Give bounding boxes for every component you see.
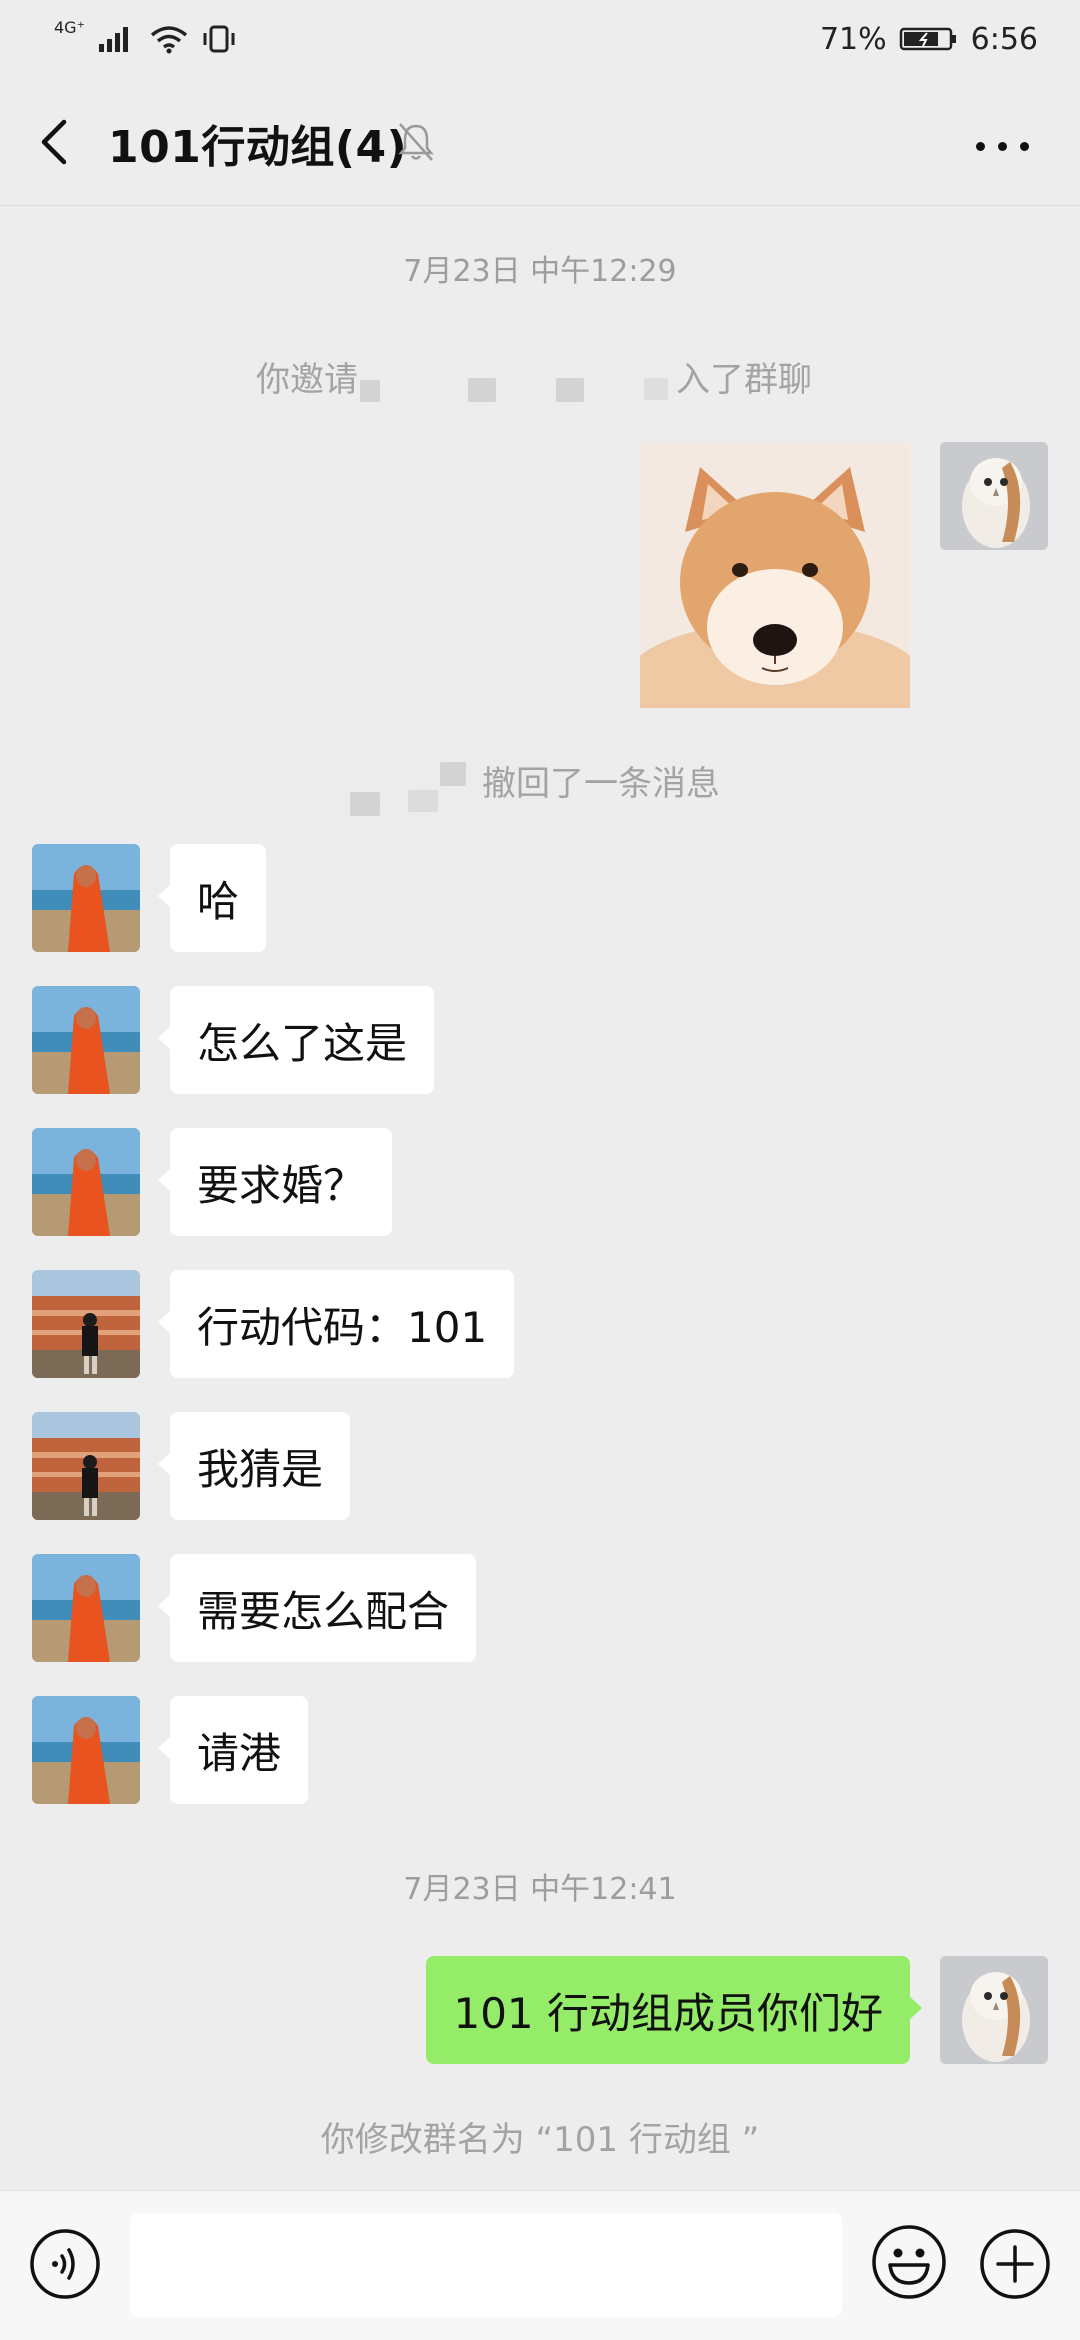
avatar-orange-hair[interactable]: [32, 1554, 140, 1662]
more-button[interactable]: [976, 138, 1032, 158]
message-text: 请港: [197, 1728, 282, 1778]
back-button[interactable]: [30, 112, 80, 172]
message-text: 需要怎么配合: [197, 1586, 450, 1636]
redacted-block: [644, 378, 668, 400]
nav-bar: 101行动组(4): [0, 78, 1080, 206]
status-bar: 4G⁺ 71% 6:56: [0, 0, 1080, 78]
plus-circle-icon: [980, 2229, 1050, 2299]
avatar-man-town[interactable]: [32, 1412, 140, 1520]
avatar-orange-hair[interactable]: [32, 986, 140, 1094]
system-message-rename: 你修改群名为 “101 行动组 ”: [320, 2120, 760, 2160]
girl-beach-avatar-image: [32, 844, 140, 952]
girl-beach-avatar-image: [32, 1554, 140, 1662]
timestamp: 7月23日 中午12:41: [403, 1872, 677, 1907]
message-bubble[interactable]: 我猜是: [157, 1412, 351, 1520]
message-text: 要求婚？: [197, 1160, 366, 1210]
message-text: 怎么了这是: [197, 1018, 408, 1068]
man-rooftops-avatar-image: [32, 1412, 140, 1520]
emoji-icon: [872, 2225, 946, 2299]
message-input[interactable]: [130, 2213, 842, 2317]
message-bubble[interactable]: 怎么了这是: [157, 986, 435, 1094]
status-right: 71% 6:56: [820, 22, 1038, 57]
redacted-block: [350, 792, 380, 816]
message-text: 哈: [197, 876, 240, 926]
message-text: 101 行动组成员你们好: [453, 1988, 883, 2038]
girl-beach-avatar-image: [32, 1128, 140, 1236]
shiba-dog-image: [640, 442, 910, 708]
invite-suffix: 入了群聊: [676, 360, 812, 400]
my-avatar[interactable]: [940, 442, 1048, 550]
system-message-recall: 撤回了一条消息: [0, 742, 1080, 822]
message-text: 我猜是: [197, 1444, 324, 1494]
system-message-invite: 你邀请 入了群聊: [0, 352, 1080, 412]
message-bubble[interactable]: 哈: [157, 844, 267, 952]
message-bubble[interactable]: 要求婚？: [157, 1128, 393, 1236]
battery-percent: 71%: [819, 21, 887, 57]
network-label: 4G⁺: [54, 17, 86, 37]
invite-prefix: 你邀请: [256, 360, 358, 400]
chat-title: 101行动组(4): [108, 122, 408, 173]
redacted-block: [468, 378, 496, 402]
owl-avatar-image: [940, 1956, 1048, 2064]
my-avatar[interactable]: [940, 1956, 1048, 2064]
avatar-orange-hair[interactable]: [32, 844, 140, 952]
message-bubble[interactable]: 请港: [157, 1696, 309, 1804]
redacted-block: [408, 790, 438, 812]
redacted-block: [360, 380, 380, 402]
battery-icon: [899, 27, 956, 51]
man-rooftops-avatar-image: [32, 1270, 140, 1378]
girl-beach-avatar-image: [32, 986, 140, 1094]
message-bubble[interactable]: 需要怎么配合: [157, 1554, 477, 1662]
avatar-man-town[interactable]: [32, 1270, 140, 1378]
owl-avatar-image: [940, 442, 1048, 550]
voice-icon: [30, 2229, 100, 2299]
image-message[interactable]: [640, 442, 910, 708]
signal-icon: [99, 27, 129, 52]
my-message-bubble[interactable]: 101 行动组成员你们好: [426, 1956, 922, 2064]
avatar-orange-hair[interactable]: [32, 1128, 140, 1236]
redacted-block: [556, 378, 584, 402]
redacted-block: [440, 762, 466, 786]
voice-button[interactable]: [28, 2227, 102, 2301]
input-bar: [0, 2190, 1080, 2340]
recall-text: 撤回了一条消息: [482, 764, 720, 804]
chevron-left-icon: [41, 119, 67, 165]
wifi-icon: [150, 26, 188, 54]
message-bubble[interactable]: 行动代码：101: [157, 1270, 515, 1378]
emoji-button[interactable]: [870, 2223, 948, 2301]
bell-off-icon: [398, 123, 434, 161]
message-text: 行动代码：101: [197, 1302, 488, 1352]
vibrate-icon: [203, 25, 235, 53]
more-functions-button[interactable]: [978, 2227, 1052, 2301]
clock: 6:56: [970, 21, 1038, 57]
avatar-orange-hair[interactable]: [32, 1696, 140, 1804]
timestamp: 7月23日 中午12:29: [403, 254, 677, 289]
status-left: 4G⁺: [54, 18, 237, 54]
girl-beach-avatar-image: [32, 1696, 140, 1804]
